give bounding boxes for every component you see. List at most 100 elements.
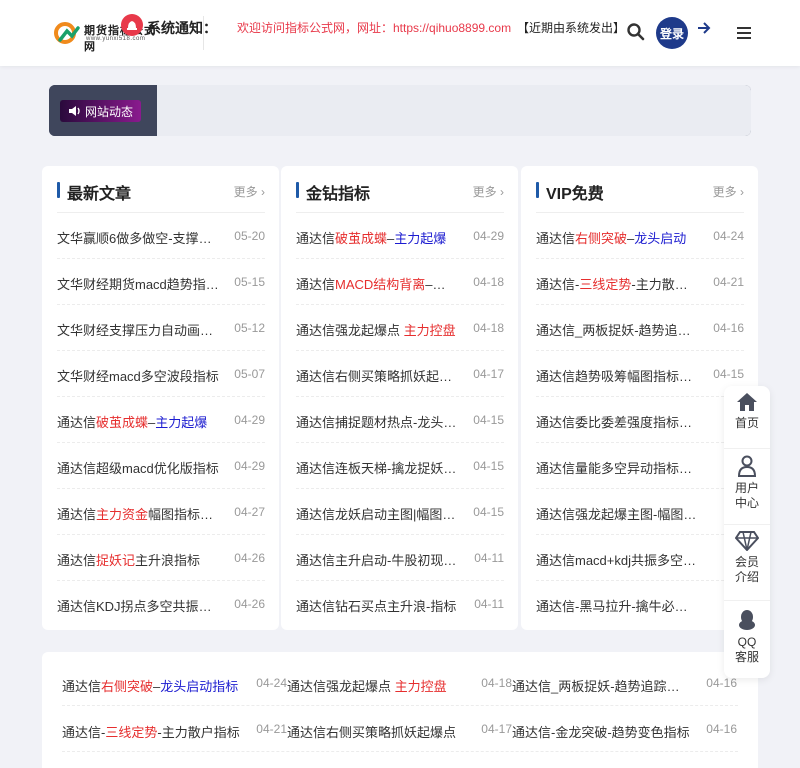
article-title[interactable]: 通达信macd+kdj共振多空指标 (536, 550, 698, 569)
article-list: 文华赢顺6做多做空-支撑压力选股-赢顺6主图指标 05-20 文华财经期货macd趋… (57, 213, 265, 627)
login-arrow-icon[interactable] (696, 20, 712, 36)
list-item[interactable]: 文华财经期货macd趋势指标公式 05-15 (57, 259, 265, 305)
list-item[interactable]: 通达信强龙起爆主图-幅图指标04 (536, 489, 744, 535)
list-item[interactable]: 通达信-黑马拉升-擒牛必备指标04 (536, 581, 744, 627)
article-date: 04-26 (234, 551, 265, 565)
article-title[interactable]: 通达信-金龙突破-趋势变色指标 (512, 722, 690, 741)
item-text-highlight: 右侧突破 (101, 679, 154, 694)
article-title[interactable]: 通达信超级macd优化版指标 (57, 458, 219, 477)
article-title[interactable]: 通达信-三线定势-主力散户指标 (62, 722, 240, 741)
article-title[interactable]: 通达信-三线定势-主力散户指标 (536, 274, 698, 293)
card-header: 最新文章 更多 › (42, 166, 279, 212)
article-title[interactable]: 通达信强龙起爆点 主力控盘 (296, 320, 458, 339)
article-title[interactable]: 通达信右侧买策略抓妖起爆点 (296, 366, 458, 385)
list-item[interactable]: 通达信强龙起爆点 主力控盘 04-18 (296, 305, 504, 351)
list-item[interactable]: 通达信连板天梯-擒龙捉妖指标 04-15 (296, 443, 504, 489)
sidebar-qq-service[interactable]: QQ客服 (724, 600, 770, 676)
article-title[interactable]: 通达信主升启动-牛股初现指标 (296, 550, 458, 569)
list-item[interactable]: 通达信KDJ拐点多空共振指标 04-26 (57, 581, 265, 627)
list-item[interactable]: 通达信破茧成蝶–主力起爆 04-29 (57, 397, 265, 443)
article-title[interactable]: 通达信强龙起爆主图-幅图指标 (536, 504, 698, 523)
article-title[interactable]: 文华财经期货macd趋势指标公式 (57, 274, 219, 293)
list-item[interactable]: 通达信_两板捉妖-趋势追踪指标 04-16 (536, 305, 744, 351)
item-text-plain: 通达信macd+kdj共振多空指标 (536, 553, 698, 568)
list-item[interactable]: 通达信MACD结构背离–指标 04-18 (296, 259, 504, 305)
bottom-list-item[interactable]: 通达信右侧突破–龙头启动指标 04-24 (62, 660, 287, 706)
list-item[interactable]: 通达信捕捉题材热点-龙头指标 04-15 (296, 397, 504, 443)
list-item[interactable]: 通达信macd+kdj共振多空指标04 (536, 535, 744, 581)
article-title[interactable]: 通达信钻石买点主升浪-指标 (296, 596, 458, 615)
article-title[interactable]: 通达信破茧成蝶–主力起爆 (296, 228, 458, 247)
menu-icon[interactable] (735, 24, 753, 42)
bottom-list-item[interactable]: 通达信强龙起爆点 主力控盘 04-18 (287, 660, 512, 706)
list-item[interactable]: 通达信-三线定势-主力散户指标 04-21 (536, 259, 744, 305)
article-date: 04-15 (473, 413, 504, 427)
more-link[interactable]: 更多 › (473, 183, 504, 200)
sidebar-user-center[interactable]: 用户中心 (724, 448, 770, 524)
article-title[interactable]: 通达信-黑马拉升-擒牛必备指标 (536, 596, 698, 615)
article-title[interactable]: 通达信右侧突破–龙头启动 (536, 228, 698, 247)
article-title[interactable]: 通达信MACD结构背离–指标 (296, 274, 458, 293)
article-title[interactable]: 通达信右侧突破–龙头启动指标 (62, 676, 240, 695)
list-item[interactable]: 通达信主升启动-牛股初现指标 04-11 (296, 535, 504, 581)
bottom-list-item[interactable]: 通达信-金龙突破-趋势变色指标 04-16 (512, 706, 737, 752)
list-item[interactable]: 通达信钻石买点主升浪-指标 04-11 (296, 581, 504, 627)
item-text-suffix: -主力散户指标 (157, 725, 240, 740)
article-title[interactable]: 通达信右侧买策略抓妖起爆点 (287, 722, 465, 741)
sidebar-vip-intro[interactable]: 会员介绍 (724, 524, 770, 600)
article-title[interactable]: 通达信量能多空异动指标公式 (536, 458, 698, 477)
item-text-highlight: 主力资金 (96, 507, 149, 522)
article-date: 04-26 (234, 597, 265, 611)
article-title[interactable]: 通达信龙妖启动主图|幅图指标 (296, 504, 458, 523)
list-item[interactable]: 文华财经支撑压力自动画线指标 05-12 (57, 305, 265, 351)
article-title[interactable]: 文华赢顺6做多做空-支撑压力选股-赢顺6主图指标 (57, 228, 219, 247)
list-item[interactable]: 通达信捉妖记主升浪指标 04-26 (57, 535, 265, 581)
article-title[interactable]: 文华财经支撑压力自动画线指标 (57, 320, 219, 339)
list-item[interactable]: 文华赢顺6做多做空-支撑压力选股-赢顺6主图指标 05-20 (57, 213, 265, 259)
search-icon[interactable] (626, 22, 646, 42)
list-item[interactable]: 通达信右侧买策略抓妖起爆点 04-17 (296, 351, 504, 397)
qq-penguin-icon (739, 610, 755, 630)
more-link[interactable]: 更多 › (234, 183, 265, 200)
article-date: 04-15 (713, 367, 744, 381)
list-item[interactable]: 通达信破茧成蝶–主力起爆 04-29 (296, 213, 504, 259)
more-label: 更多 (233, 185, 258, 199)
item-text-plain: 通达信 (296, 277, 336, 292)
article-date: 04-18 (481, 676, 512, 690)
bottom-list-item[interactable]: 通达信_两板捉妖-趋势追踪指标 04-16 (512, 660, 737, 706)
card-latest-articles: 最新文章 更多 › 文华赢顺6做多做空-支撑压力选股-赢顺6主图指标05-20文… (42, 166, 279, 630)
article-date: 04-21 (256, 722, 287, 736)
article-title[interactable]: 通达信强龙起爆点 主力控盘 (287, 676, 465, 695)
article-date: 04-21 (713, 275, 744, 289)
bottom-row: 通达信右侧突破–龙头启动指标 04-24 通达信强龙起爆点 主力控盘 04-18 通达信… (62, 660, 738, 706)
article-title[interactable]: 通达信破茧成蝶–主力起爆 (57, 412, 219, 431)
bottom-list-item[interactable]: 通达信右侧买策略抓妖起爆点 04-17 (287, 706, 512, 752)
article-title[interactable]: 通达信_两板捉妖-趋势追踪指标 (512, 676, 690, 695)
list-item[interactable]: 通达信主力资金幅图指标公式 04-27 (57, 489, 265, 535)
article-title[interactable]: 通达信主力资金幅图指标公式 (57, 504, 219, 523)
article-title[interactable]: 通达信捕捉题材热点-龙头指标 (296, 412, 458, 431)
list-item[interactable]: 通达信超级macd优化版指标 04-29 (57, 443, 265, 489)
system-notice-text[interactable]: 欢迎访问指标公式网，网址：https://qihuo8899.com (237, 19, 511, 36)
article-title[interactable]: 通达信KDJ拐点多空共振指标 (57, 596, 219, 615)
article-title[interactable]: 文华财经macd多空波段指标 (57, 366, 219, 385)
article-title[interactable]: 通达信_两板捉妖-趋势追踪指标 (536, 320, 698, 339)
bottom-list-item[interactable]: 通达信-三线定势-主力散户指标 04-21 (62, 706, 287, 752)
article-title[interactable]: 通达信连板天梯-擒龙捉妖指标 (296, 458, 458, 477)
list-item[interactable]: 通达信龙妖启动主图|幅图指标 04-15 (296, 489, 504, 535)
more-link[interactable]: 更多 › (713, 183, 744, 200)
article-list: 通达信破茧成蝶–主力起爆 04-29 通达信MACD结构背离–指标 04-18 通达信强… (296, 213, 504, 627)
article-title[interactable]: 通达信委比委差强度指标公式 (536, 412, 698, 431)
list-item[interactable]: 通达信右侧突破–龙头启动 04-24 (536, 213, 744, 259)
site-news-badge[interactable]: 网站动态 (60, 100, 141, 122)
article-title[interactable]: 通达信趋势吸筹幅图指标公式 (536, 366, 698, 385)
card-header: 金钻指标 更多 › (281, 166, 518, 212)
list-item[interactable]: 通达信量能多空异动指标公式04 (536, 443, 744, 489)
sidebar-home[interactable]: 首页 (724, 392, 770, 448)
login-button[interactable]: 登录 (656, 17, 688, 49)
article-title[interactable]: 通达信捉妖记主升浪指标 (57, 550, 219, 569)
list-item[interactable]: 文华财经macd多空波段指标 05-07 (57, 351, 265, 397)
item-text-plain: 通达信趋势吸筹幅图指标公式 (536, 369, 698, 384)
list-item[interactable]: 通达信委比委差强度指标公式04 (536, 397, 744, 443)
list-item[interactable]: 通达信趋势吸筹幅图指标公式 04-15 (536, 351, 744, 397)
